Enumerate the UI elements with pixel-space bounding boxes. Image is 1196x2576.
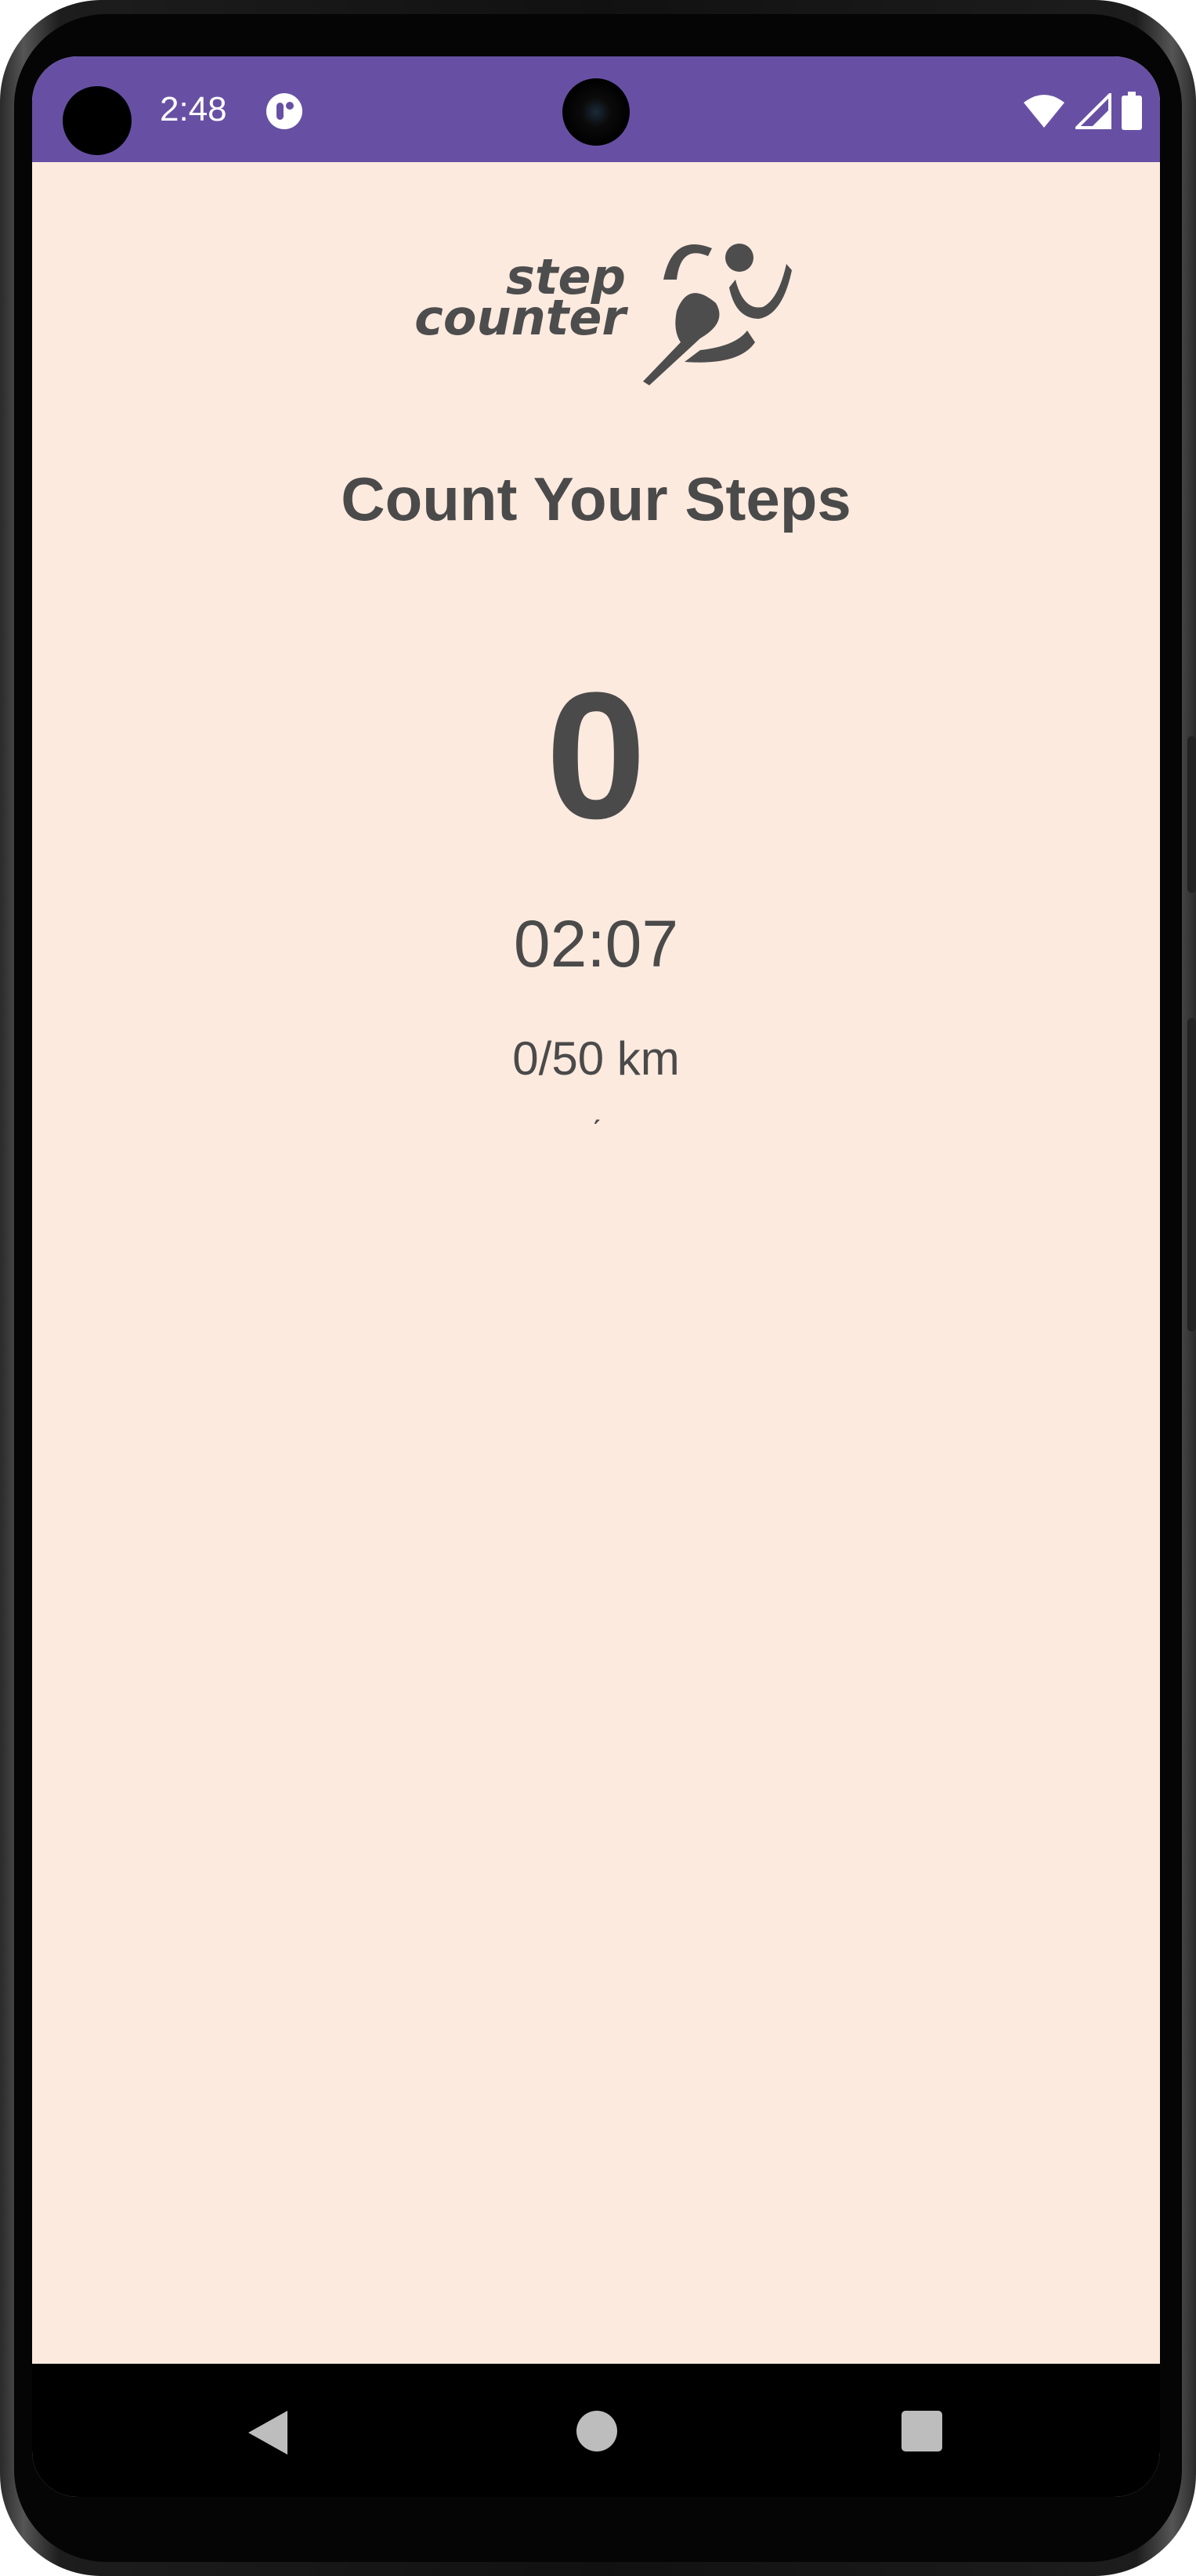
step-count-value: 0 [546, 655, 646, 856]
battery-icon [1122, 92, 1142, 130]
home-icon[interactable] [575, 2409, 619, 2453]
status-time: 2:48 [160, 90, 227, 128]
runner-icon [643, 244, 792, 385]
status-bar: 2:48 [32, 56, 1160, 162]
timer-value: 02:07 [513, 907, 679, 981]
distance-progress: 0/50 km [512, 1032, 680, 1085]
logo-text-counter: counter [414, 289, 628, 346]
phone-frame: 2:48 step counter Count Your Steps 0 02:… [0, 0, 1196, 2576]
app-notification-icon [266, 93, 302, 129]
screen: 2:48 step counter Count Your Steps 0 02:… [32, 56, 1160, 2497]
recents-icon[interactable] [900, 2409, 944, 2453]
small-mark: ˏ [591, 1090, 602, 1125]
volume-button [1187, 736, 1196, 893]
back-icon[interactable] [245, 2409, 289, 2456]
step-counter-logo: step counter [414, 244, 792, 385]
status-icons [1022, 89, 1143, 133]
signal-icon [1075, 93, 1111, 129]
navigation-bar [32, 2364, 1160, 2497]
front-camera-icon [562, 78, 630, 146]
page-title: Count Your Steps [341, 464, 851, 533]
wifi-icon [1024, 95, 1064, 128]
camera-cutout-icon [63, 86, 132, 155]
power-button [1187, 1018, 1196, 1331]
